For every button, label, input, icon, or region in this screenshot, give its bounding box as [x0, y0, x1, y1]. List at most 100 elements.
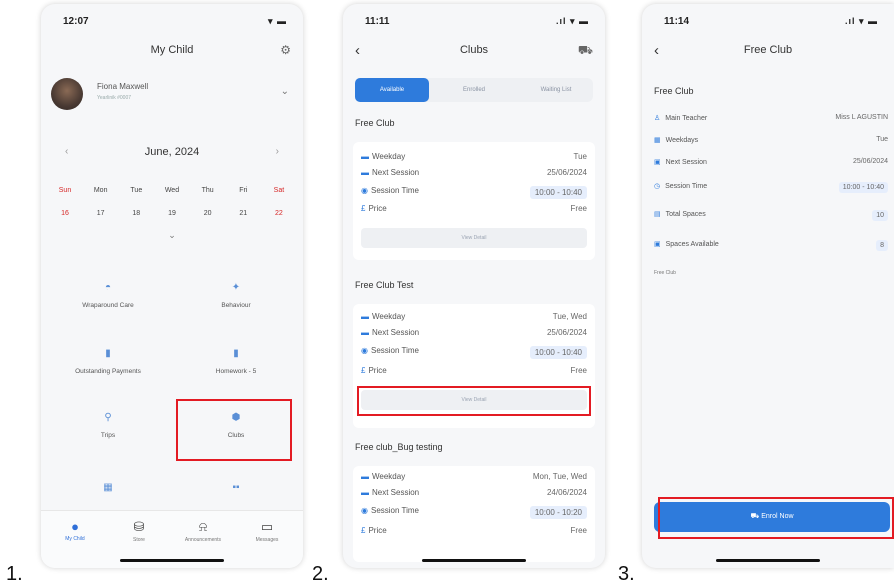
tile-label: Behaviour [221, 302, 251, 309]
calendar-header: ‹ June, 2024 › [57, 146, 287, 162]
price-label: Price [368, 526, 387, 535]
tab-available[interactable]: Available [355, 78, 429, 102]
detail-value: 10:00 - 10:40 [838, 182, 888, 193]
tab-label: Announcements [184, 537, 222, 543]
tile-behaviour[interactable]: ✦ Behaviour [177, 270, 295, 326]
club-row: £ Price Free [361, 526, 587, 538]
session-time-label: Session Time [370, 186, 420, 195]
view-detail-button[interactable]: View Detail [361, 228, 587, 248]
calendar-icon: ▣ [654, 159, 661, 166]
tile-homework[interactable]: ▮ Homework - 5 [177, 336, 295, 392]
payment-icon: ▮ [105, 348, 111, 359]
detail-label: Spaces Available [665, 241, 719, 248]
club-row: ▬ Weekday Tue [361, 152, 587, 164]
price-value: Free [570, 526, 587, 535]
status-time: 11:11 [365, 16, 390, 27]
session-time-value: 10:00 - 10:40 [529, 186, 587, 199]
status-time: 12:07 [63, 16, 89, 27]
tile-outstanding-payments[interactable]: ▮ Outstanding Payments [49, 336, 167, 392]
calendar-icon: ▬ [361, 152, 369, 161]
page-title: Clubs [459, 44, 489, 56]
date-cell[interactable]: 17 [85, 210, 117, 217]
club-row: ▬ Next Session 25/06/2024 [361, 168, 587, 180]
date-cell[interactable]: 21 [227, 210, 259, 217]
bag-icon: ⛁ [133, 519, 145, 534]
homework-icon: ▮ [233, 348, 239, 359]
nav-bar: My Child ⚙ [41, 43, 303, 66]
price-label: Price [368, 204, 387, 213]
tab-announcements[interactable]: ⍾ Announcements [173, 519, 233, 543]
care-icon: ◓ [104, 282, 112, 293]
gear-icon[interactable]: ⚙ [280, 43, 291, 57]
tile-label: Trips [100, 432, 116, 439]
nav-bar: ‹ Clubs ⛟ [343, 42, 605, 66]
detail-value: 8 [876, 240, 888, 251]
tab-label: Messages [255, 537, 279, 543]
club-name: Free club_Bug testing [355, 442, 443, 452]
club-row: ◉ Session Time 10:00 - 10:40 [361, 186, 587, 199]
club-card: Free club_Bug testing ▬ Weekday Mon, Tue,… [353, 442, 595, 562]
weekday-label: Fri [239, 187, 248, 194]
status-bar: 12:07 ▾ ▬ [41, 16, 303, 30]
date-cell[interactable]: 20 [192, 210, 224, 217]
segmented-control: Available Enrolled Waiting List [355, 78, 593, 102]
club-name: Free Club Test [355, 280, 414, 290]
bell-icon: ⍾ [198, 519, 208, 534]
home-indicator [716, 559, 820, 562]
tile-label: Outstanding Payments [75, 368, 141, 375]
pound-icon: £ [361, 204, 366, 213]
signal-battery-icon: .ıl ▾ ▬ [555, 16, 589, 26]
step-number: 2. [312, 563, 329, 585]
date-cell[interactable]: 19 [156, 210, 188, 217]
session-time-value: 10:00 - 10:20 [529, 506, 587, 519]
club-row: ▬ Next Session 24/06/2024 [361, 488, 587, 500]
grid-icon: ▪▪ [232, 482, 240, 493]
child-selector[interactable]: Fiona Maxwell Yearlinik #0007 ⌄ [51, 78, 293, 118]
detail-value: 10 [872, 210, 888, 221]
detail-label: Main Teacher [665, 115, 708, 122]
weekday-label: Weekday [372, 312, 406, 321]
calendar-icon: ▬ [361, 312, 369, 321]
club-card: Free Club ▬ Weekday Tue ▬ Next Session 25/… [353, 118, 595, 260]
weekday-label: Weekday [372, 472, 406, 481]
weekday-label: Thu [201, 187, 214, 194]
detail-value: 25/06/2024 [852, 158, 888, 165]
club-row: £ Price Free [361, 204, 587, 216]
screen-clubs-list: 11:11 .ıl ▾ ▬ ‹ Clubs ⛟ Available Enroll… [343, 4, 605, 568]
spaces-icon: ▤ [654, 211, 661, 218]
date-cell[interactable]: 16 [49, 210, 81, 217]
chevron-down-icon[interactable]: ⌄ [281, 86, 289, 97]
chevron-right-icon[interactable]: › [276, 146, 279, 157]
pound-icon: £ [361, 366, 366, 375]
tile-label: Wraparound Care [82, 302, 134, 309]
tab-enrolled[interactable]: Enrolled [437, 78, 511, 102]
tab-store[interactable]: ⛁ Store [109, 519, 169, 543]
chat-icon: ▭ [260, 519, 274, 534]
tab-bar: ● My Child ⛁ Store ⍾ Announcements ▭ Mes… [41, 510, 303, 568]
date-cell[interactable]: 22 [263, 210, 295, 217]
cart-icon[interactable]: ⛟ [578, 43, 593, 59]
weekday-label: Wed [164, 187, 180, 194]
calendar-icon: ▦ [103, 482, 113, 493]
tile-trips[interactable]: ⚲ Trips [49, 400, 167, 456]
club-row: £ Price Free [361, 366, 587, 378]
tab-my-child[interactable]: ● My Child [45, 519, 105, 542]
calendar-icon: ▦ [654, 137, 661, 144]
calendar-month: June, 2024 [144, 146, 200, 158]
tile-wraparound-care[interactable]: ◓ Wraparound Care [49, 270, 167, 326]
session-time-value: 10:00 - 10:40 [529, 346, 587, 359]
clock-icon: ◉ [361, 186, 368, 195]
date-cell[interactable]: 18 [120, 210, 152, 217]
tab-waiting-list[interactable]: Waiting List [519, 78, 593, 102]
calendar-icon: ▬ [361, 488, 369, 497]
tab-messages[interactable]: ▭ Messages [237, 519, 297, 543]
clock-icon: ◉ [361, 506, 368, 515]
home-indicator [120, 559, 224, 562]
screen-my-child: 12:07 ▾ ▬ My Child ⚙ Fiona Maxwell Yearl… [41, 4, 303, 568]
detail-row: ♙ Main Teacher Miss L AGUSTIN [654, 114, 888, 128]
detail-value: Miss L AGUSTIN [835, 114, 888, 121]
spaces-icon: ▣ [654, 241, 661, 248]
chevron-down-icon[interactable]: ⌄ [41, 230, 303, 241]
pound-icon: £ [361, 526, 366, 535]
detail-row: ▦ Weekdays Tue [654, 136, 888, 150]
